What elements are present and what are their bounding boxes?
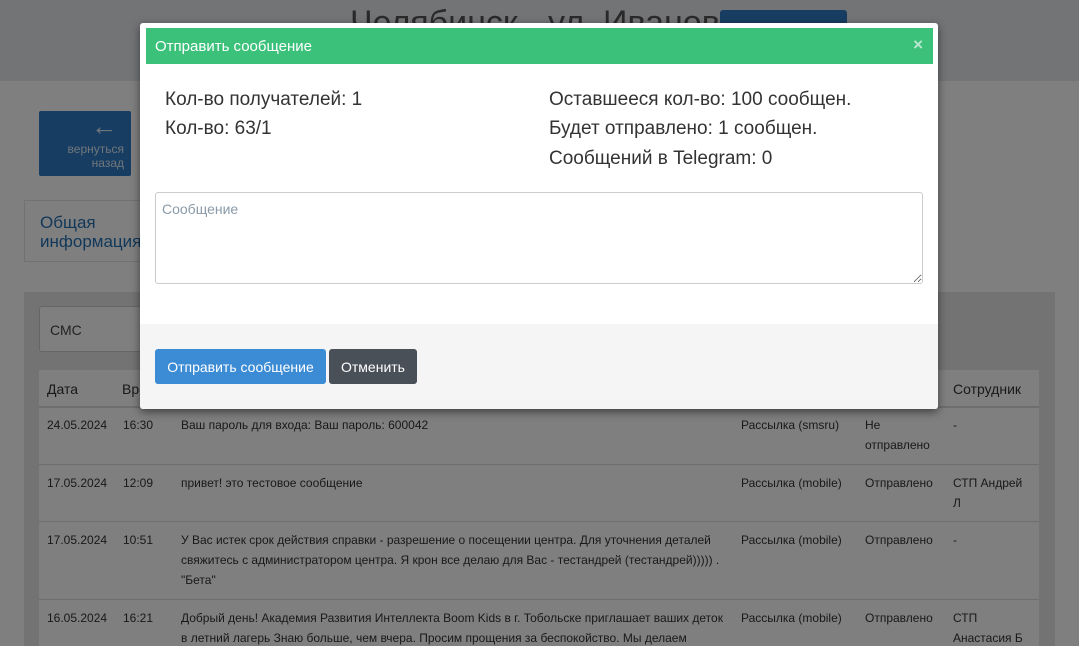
telegram-count: Сообщений в Telegram: 0 <box>549 148 773 169</box>
dialog-header: Отправить сообщение × <box>146 28 933 64</box>
send-message-button[interactable]: Отправить сообщение <box>155 349 326 384</box>
close-icon[interactable]: × <box>913 35 923 55</box>
dialog-title: Отправить сообщение <box>155 38 313 55</box>
message-count: Кол-во: 63/1 <box>165 118 272 139</box>
remaining-count: Оставшееся кол-во: 100 сообщен. <box>549 89 852 110</box>
send-message-dialog: Отправить сообщение × Кол-во получателей… <box>140 23 938 409</box>
message-textarea[interactable] <box>155 192 923 284</box>
will-send-count: Будет отправлено: 1 сообщен. <box>549 118 818 139</box>
dialog-footer: Отправить сообщение Отменить <box>140 324 938 409</box>
cancel-button[interactable]: Отменить <box>329 349 417 384</box>
recipients-count: Кол-во получателей: 1 <box>165 89 363 110</box>
